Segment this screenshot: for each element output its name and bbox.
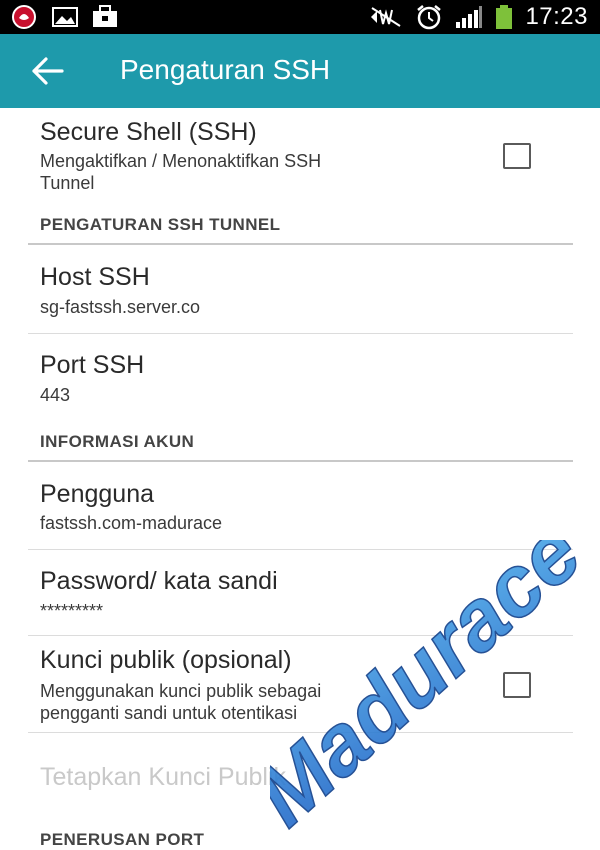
pref-summary-line2: Tunnel: [40, 173, 95, 193]
pref-value: *********: [40, 601, 104, 621]
public-key-checkbox[interactable]: [503, 672, 531, 698]
pref-title: Tetapkan Kunci Publik: [40, 763, 286, 791]
pref-title: Password/ kata sandi: [40, 567, 278, 595]
battery-icon: [496, 5, 513, 29]
mute-icon: [371, 7, 401, 27]
briefcase-icon: [93, 5, 117, 27]
ssh-toggle-pref[interactable]: Secure Shell (SSH) Mengaktifkan / Menona…: [0, 108, 600, 208]
notification-icon: [12, 5, 36, 29]
alarm-icon: [417, 5, 442, 30]
app-bar: Pengaturan SSH: [0, 34, 600, 108]
pref-value: fastssh.com-madurace: [40, 513, 223, 533]
set-public-key-pref: Tetapkan Kunci Publik: [0, 733, 600, 813]
ssh-checkbox[interactable]: [503, 143, 531, 169]
section-header-account: INFORMASI AKUN: [40, 432, 195, 451]
pref-title: Port SSH: [40, 351, 145, 379]
pref-title: Host SSH: [40, 263, 150, 291]
page-title: Pengaturan SSH: [120, 54, 331, 85]
section-header-port-forward: PENERUSAN PORT: [40, 830, 205, 849]
pref-title: Secure Shell (SSH): [40, 118, 257, 146]
signal-icon: [456, 6, 483, 28]
status-bar: 17:23: [0, 0, 600, 34]
port-ssh-pref[interactable]: Port SSH 443: [0, 334, 600, 422]
pref-title: Kunci publik (opsional): [40, 646, 292, 674]
password-pref[interactable]: Password/ kata sandi *********: [0, 550, 600, 635]
pref-value: sg-fastssh.server.co: [40, 297, 201, 317]
arrow-back-icon[interactable]: [30, 56, 64, 86]
pref-summary: Mengaktifkan / Menonaktifkan SSH: [40, 151, 322, 171]
preferences-list[interactable]: Secure Shell (SSH) Mengaktifkan / Menona…: [0, 108, 600, 850]
status-time: 17:23: [525, 3, 588, 30]
pref-title: Pengguna: [40, 480, 155, 508]
image-icon: [52, 7, 78, 27]
section-header-tunnel: PENGATURAN SSH TUNNEL: [40, 215, 281, 234]
public-key-pref[interactable]: Kunci publik (opsional) Menggunakan kunc…: [0, 636, 600, 732]
pref-summary-line2: pengganti sandi untuk otentikasi: [40, 703, 298, 723]
host-ssh-pref[interactable]: Host SSH sg-fastssh.server.co: [0, 245, 600, 333]
user-pref[interactable]: Pengguna fastssh.com-madurace: [0, 462, 600, 549]
pref-value: 443: [40, 385, 71, 405]
pref-summary: Menggunakan kunci publik sebagai: [40, 681, 322, 701]
